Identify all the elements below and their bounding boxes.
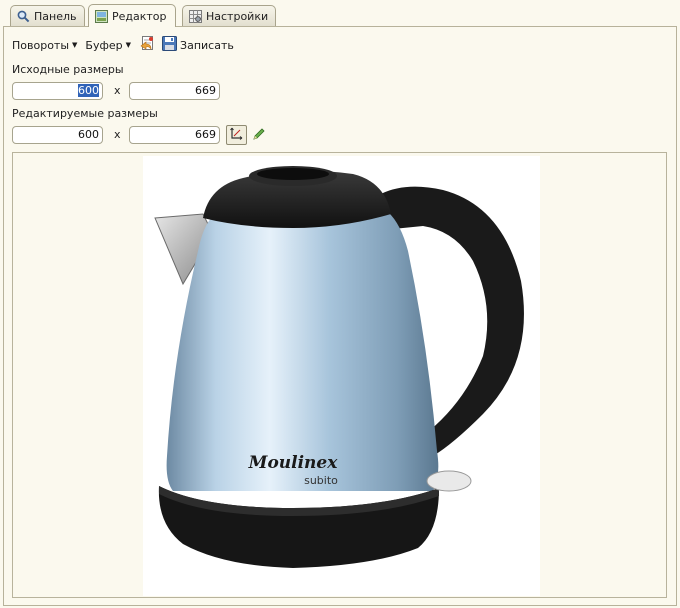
save-button-label: Записать	[180, 38, 234, 52]
source-height-value: 669	[195, 84, 216, 97]
source-size-separator: x	[114, 84, 121, 97]
edit-size-label: Редактируемые размеры	[12, 107, 158, 120]
edit-height-field[interactable]: 669	[129, 126, 220, 144]
floppy-disk-icon	[162, 36, 178, 54]
kettle-photo: Moulinex subito	[143, 156, 540, 596]
proportions-toggle-button[interactable]	[226, 125, 247, 145]
edit-width-value: 600	[78, 128, 99, 141]
source-width-field[interactable]: 600	[12, 82, 103, 100]
kettle-image: Moulinex subito	[154, 166, 524, 568]
undo-document-icon	[139, 35, 156, 55]
chevron-down-icon: ▼	[72, 41, 78, 49]
editor-toolbar: Повороты ▼ Буфер ▼ Записать	[12, 36, 240, 54]
tab-panel-label: Панель	[34, 9, 77, 23]
edit-height-value: 669	[195, 128, 216, 141]
pencil-icon	[252, 128, 266, 144]
save-button[interactable]: Записать	[162, 36, 234, 54]
kettle-brand: Moulinex	[248, 453, 339, 473]
edit-size-separator: x	[114, 128, 121, 141]
tab-editor-label: Редактор	[112, 9, 167, 23]
settings-grid-icon	[189, 9, 202, 23]
source-size-label: Исходные размеры	[12, 63, 124, 76]
undo-button[interactable]	[139, 35, 156, 55]
apply-size-button[interactable]	[252, 127, 266, 144]
kettle-model: subito	[304, 474, 338, 487]
chevron-down-icon: ▼	[125, 41, 132, 49]
source-width-value: 600	[78, 84, 99, 97]
magnifier-icon	[17, 10, 30, 23]
buffer-menu[interactable]: Буфер ▼	[85, 39, 131, 52]
rotations-menu[interactable]: Повороты ▼	[12, 39, 77, 52]
tab-bar: Панель Редактор Настройки	[0, 0, 680, 27]
tab-settings-label: Настройки	[206, 9, 269, 23]
edit-width-field[interactable]: 600	[12, 126, 103, 144]
source-height-field[interactable]: 669	[129, 82, 220, 100]
buffer-menu-label: Буфер	[85, 38, 123, 52]
image-editor-icon	[95, 9, 108, 23]
tab-editor[interactable]: Редактор	[88, 4, 176, 27]
rotations-menu-label: Повороты	[12, 38, 70, 52]
tab-panel[interactable]: Панель	[10, 5, 85, 26]
axes-icon	[230, 127, 243, 143]
tab-settings[interactable]: Настройки	[182, 5, 276, 26]
